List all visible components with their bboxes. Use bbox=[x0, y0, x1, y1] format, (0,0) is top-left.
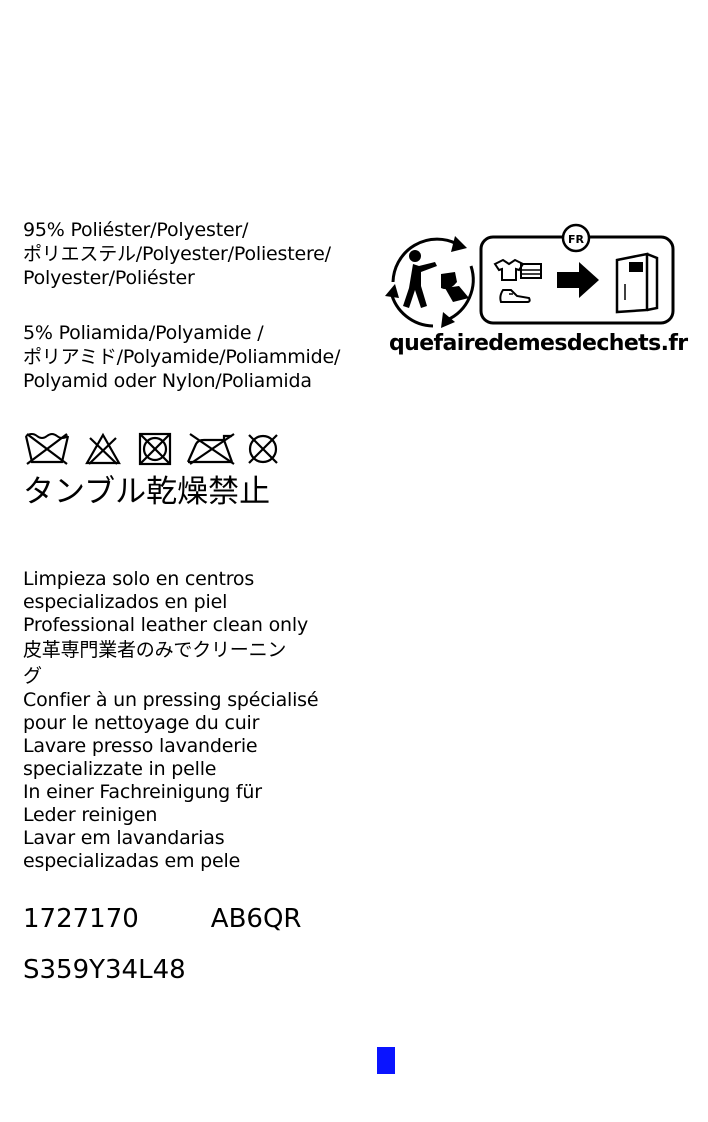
care-instructions: Limpieza solo en centros especializados … bbox=[23, 568, 319, 873]
tshirt-icon bbox=[493, 258, 525, 281]
care-line: Lavare presso lavanderie bbox=[23, 735, 258, 757]
blue-registration-mark bbox=[377, 1047, 395, 1074]
care-symbols bbox=[24, 432, 284, 466]
shoe-icon bbox=[499, 289, 531, 303]
triman-icon bbox=[385, 236, 475, 328]
collection-bin-icon bbox=[615, 252, 659, 314]
fr-badge: FR bbox=[561, 223, 591, 253]
reference-code: S359Y34L48 bbox=[23, 955, 186, 985]
care-line: Leder reinigen bbox=[23, 804, 158, 826]
composition-line: Polyester/Poliéster bbox=[23, 267, 195, 289]
article-codes: 1727170 AB6QR bbox=[23, 902, 302, 936]
do-not-dry-clean-icon bbox=[248, 434, 278, 464]
arrow-right-icon bbox=[557, 262, 599, 298]
care-line: In einer Fachreinigung für bbox=[23, 781, 262, 803]
main-fabric-composition: 95% Poliéster/Polyester/ ポリエステル/Polyeste… bbox=[23, 218, 331, 290]
jp-no-tumble-text: タンブル乾燥禁止 bbox=[23, 474, 271, 510]
recycling-caption: quefairedemesdechets.fr bbox=[389, 331, 688, 356]
care-line: especializados en piel bbox=[23, 591, 228, 613]
composition-line: ポリアミド/Polyamide/Poliammide/ bbox=[23, 346, 341, 368]
composition-line: Polyamid oder Nylon/Poliamida bbox=[23, 370, 312, 392]
lot-code: AB6QR bbox=[210, 904, 302, 934]
composition-line: ポリエステル/Polyester/Poliestere/ bbox=[23, 243, 331, 265]
care-line: グ bbox=[23, 665, 42, 687]
composition-line: 95% Poliéster/Polyester/ bbox=[23, 219, 249, 241]
fr-badge-text: FR bbox=[568, 233, 585, 246]
article-number: 1727170 bbox=[23, 904, 139, 934]
care-line: Professional leather clean only bbox=[23, 614, 308, 636]
composition-line: 5% Poliamida/Polyamide / bbox=[23, 322, 264, 344]
do-not-bleach-icon bbox=[85, 432, 121, 465]
folded-textile-icon bbox=[520, 263, 542, 279]
care-line: Limpieza solo en centros bbox=[23, 568, 255, 590]
secondary-fabric-composition: 5% Poliamida/Polyamide / ポリアミド/Polyamide… bbox=[23, 321, 340, 393]
care-line: pour le nettoyage du cuir bbox=[23, 712, 260, 734]
do-not-wash-icon bbox=[24, 433, 70, 465]
do-not-iron-icon bbox=[186, 433, 235, 465]
care-line: Lavar em lavandarias bbox=[23, 827, 225, 849]
do-not-tumble-dry-icon bbox=[138, 432, 172, 466]
care-line: 皮革専門業者のみでクリーニン bbox=[23, 639, 287, 661]
care-line: Confier à un pressing spécialisé bbox=[23, 689, 319, 711]
care-line: specializzate in pelle bbox=[23, 758, 217, 780]
care-line: especializadas em pele bbox=[23, 850, 241, 872]
